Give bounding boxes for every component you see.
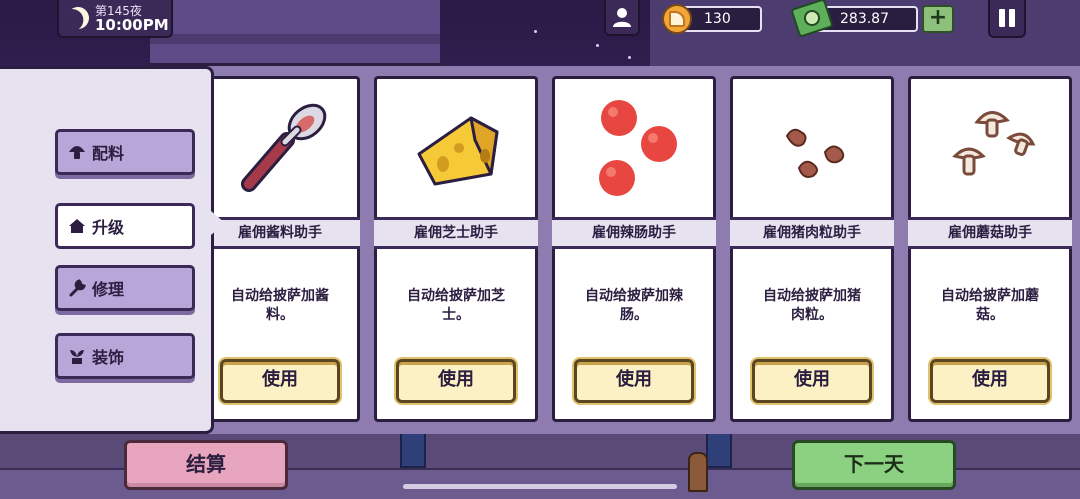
- add-cash-button[interactable]: +: [922, 5, 954, 33]
- star: [628, 56, 631, 59]
- card-sauce-helper: 雇佣酱料助手 自动给披萨加酱 料。 使用: [200, 76, 360, 422]
- use-button[interactable]: 使用: [752, 359, 872, 403]
- night-time-display: 第145夜 10:00PM: [57, 0, 173, 38]
- sidebar-item-upgrade[interactable]: 升级: [55, 203, 195, 249]
- use-button[interactable]: 使用: [396, 359, 516, 403]
- card-description: 自动给披萨加芝 士。: [407, 288, 505, 323]
- rooftop-left: [150, 0, 440, 66]
- category-sidebar: 配料 升级 修理 装饰: [0, 66, 214, 434]
- card-description: 自动给披萨加酱 料。: [231, 288, 329, 323]
- card-sausage-helper: 雇佣猪肉粒助手 自动给披萨加猪 肉粒。 使用: [730, 76, 894, 422]
- pizza-coin-icon: [662, 4, 692, 34]
- card-cheese-helper: 雇佣芝士助手 自动给披萨加芝 士。 使用: [374, 76, 538, 422]
- money-bill-icon: [790, 0, 834, 38]
- sausage-bits-icon: [785, 128, 845, 178]
- sidebar-item-label: 修理: [92, 280, 125, 299]
- profile-button[interactable]: [604, 0, 640, 36]
- card-title: 雇佣猪肉粒助手: [730, 217, 894, 249]
- cash-counter: 283.87: [790, 0, 918, 38]
- sidebar-item-repair[interactable]: 修理: [55, 265, 195, 311]
- sidebar-item-toppings[interactable]: 配料: [55, 129, 195, 175]
- pause-button[interactable]: [988, 0, 1026, 38]
- card-title: 雇佣芝士助手: [374, 217, 538, 249]
- card-title: 雇佣辣肠助手: [552, 217, 716, 249]
- card-description: 自动给披萨加猪 肉粒。: [763, 288, 861, 323]
- use-button[interactable]: 使用: [930, 359, 1050, 403]
- card-mushroom-helper: 雇佣蘑菇助手 自动给披萨加蘑 菇。 使用: [908, 76, 1072, 422]
- cheese-icon: [417, 116, 499, 186]
- house-icon: [69, 219, 85, 233]
- settle-button[interactable]: 结算: [124, 440, 288, 490]
- street-post: [400, 432, 426, 468]
- card-pepperoni-helper: 雇佣辣肠助手 自动给披萨加辣 肠。 使用: [552, 76, 716, 422]
- person-icon: [613, 8, 631, 27]
- next-day-button[interactable]: 下一天: [792, 440, 956, 490]
- use-button[interactable]: 使用: [220, 359, 340, 403]
- card-description: 自动给披萨加辣 肠。: [585, 288, 683, 323]
- card-title: 雇佣蘑菇助手: [908, 217, 1072, 249]
- sauce-spoon-icon: [241, 103, 327, 192]
- use-button[interactable]: 使用: [574, 359, 694, 403]
- sidebar-item-label: 配料: [92, 144, 125, 163]
- sidebar-item-decorate[interactable]: 装饰: [55, 333, 195, 379]
- wrench-icon: [69, 279, 86, 297]
- street-post: [706, 432, 732, 468]
- home-indicator[interactable]: [403, 484, 677, 489]
- active-tab-pointer: [211, 211, 225, 235]
- plant-icon: [70, 350, 84, 364]
- clock-time: 10:00PM: [95, 16, 169, 34]
- pause-icon: [999, 9, 1005, 27]
- mushrooms-icon: [952, 111, 1036, 176]
- moon-icon: [64, 4, 92, 32]
- pepperoni-icon: [599, 100, 677, 196]
- star: [534, 30, 537, 33]
- fire-hydrant: [688, 452, 708, 492]
- sidebar-item-label: 装饰: [92, 348, 125, 367]
- mushroom-icon: [69, 146, 85, 159]
- star: [596, 44, 599, 47]
- card-description: 自动给披萨加蘑 菇。: [941, 288, 1039, 323]
- sidebar-item-label: 升级: [92, 218, 125, 237]
- coin-counter: 130: [662, 4, 762, 34]
